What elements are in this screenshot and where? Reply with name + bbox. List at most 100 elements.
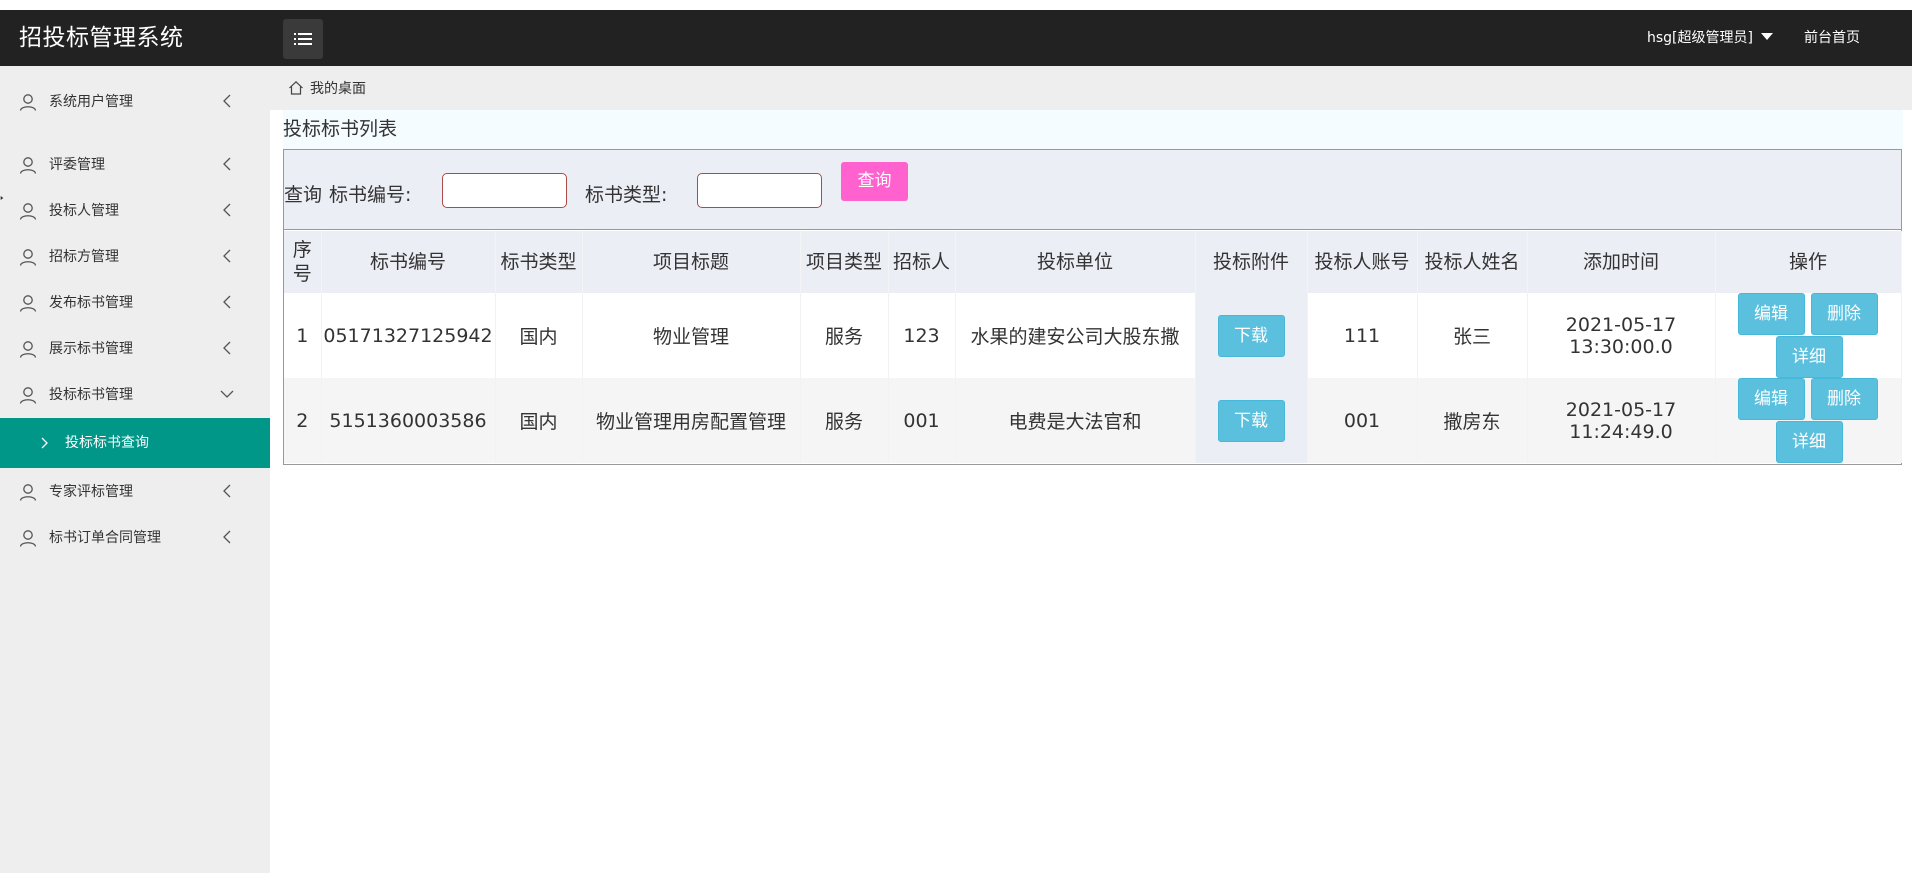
cell-title: 物业管理 [582,293,801,378]
sidebar-item-judges[interactable]: 评委管理 [0,141,270,187]
sidebar-item-submitted-bids[interactable]: 投标标书管理 [0,371,270,417]
home-icon [289,80,303,95]
sidebar-item-label: 展示标书管理 [49,341,133,357]
detail-button[interactable]: 详细 [1775,336,1843,378]
col-header-account: 投标人账号 [1307,231,1418,293]
cell-code: 05171327125942 [321,293,496,378]
sidebar-subitem-label: 投标标书查询 [65,435,149,451]
cell-name: 撒房东 [1417,378,1528,463]
user-icon [19,484,37,501]
bid-code-input[interactable] [442,173,567,208]
chevron-left-icon [223,203,231,217]
top-strip [0,0,1912,10]
sidebar-item-display-bids[interactable]: 展示标书管理 [0,325,270,371]
table-row: 1 05171327125942 国内 物业管理 服务 123 水果的建安公司大… [284,293,1902,378]
breadcrumb[interactable]: 我的桌面 [288,66,366,110]
sidebar-item-label: 投标人管理 [49,203,119,219]
detail-button[interactable]: 详细 [1775,421,1843,463]
user-icon [19,295,37,312]
col-header-tenderer: 招标人 [888,231,956,293]
cell-added-time: 2021-05-17 13:30:00.0 [1527,293,1716,378]
bid-type-input[interactable] [697,173,822,208]
chevron-down-icon [220,390,234,398]
sidebar-item-label: 标书订单合同管理 [49,530,161,546]
chevron-right-icon [41,437,48,449]
cell-type: 国内 [495,378,583,463]
download-button[interactable]: 下载 [1217,314,1285,357]
cell-name: 张三 [1417,293,1528,378]
chevron-left-icon [223,530,231,544]
col-header-attachment: 投标附件 [1195,231,1308,293]
download-button[interactable]: 下载 [1217,399,1285,442]
front-page-link[interactable]: 前台首页 [1804,10,1860,66]
user-icon [19,157,37,174]
sidebar-item-bidders[interactable]: 投标人管理 [0,187,270,233]
cell-unit: 电费是大法官和 [955,378,1196,463]
col-header-added-time: 添加时间 [1527,231,1716,293]
hamburger-icon [294,33,312,45]
sidebar-item-label: 发布标书管理 [49,295,133,311]
chevron-left-icon [223,249,231,263]
cell-account: 001 [1307,378,1418,463]
menu-toggle-button[interactable] [283,19,323,59]
col-header-code: 标书编号 [321,231,496,293]
sidebar-item-expert-review[interactable]: 专家评标管理 [0,468,270,514]
user-icon [19,387,37,404]
chevron-left-icon [223,341,231,355]
header-bar: 招投标管理系统 hsg[超级管理员] 前台首页 [0,10,1912,66]
search-prefix: 查询 [284,184,323,206]
caret-down-icon [1760,32,1773,40]
sidebar-item-system-users[interactable]: 系统用户管理 [0,78,270,124]
sidebar-item-label: 投标标书管理 [49,387,133,403]
cell-project-type: 服务 [800,293,889,378]
cell-added-time: 2021-05-17 11:24:49.0 [1527,378,1716,463]
col-header-type: 标书类型 [495,231,583,293]
cell-actions: 编辑 删除 详细 [1715,293,1902,378]
user-icon [19,530,37,547]
user-icon [19,94,37,111]
user-icon [19,249,37,266]
sidebar-item-contracts[interactable]: 标书订单合同管理 [0,514,270,560]
bid-table: 序号 标书编号 标书类型 项目标题 项目类型 招标人 投标单位 投标附件 投标人… [284,231,1902,463]
page-title: 投标标书列表 [283,110,1903,149]
cell-title: 物业管理用房配置管理 [582,378,801,463]
bid-type-label: 标书类型: [585,184,668,206]
chevron-left-icon [223,157,231,171]
search-bar: 查询 标书编号: 标书类型: 查询 [284,150,1901,230]
cell-tenderer: 123 [888,293,956,378]
sidebar-item-label: 招标方管理 [49,249,119,265]
table-header-row: 序号 标书编号 标书类型 项目标题 项目类型 招标人 投标单位 投标附件 投标人… [284,231,1902,293]
delete-button[interactable]: 删除 [1810,378,1878,420]
cell-project-type: 服务 [800,378,889,463]
chevron-left-icon [223,94,231,108]
sidebar-item-label: 系统用户管理 [49,94,133,110]
edit-button[interactable]: 编辑 [1737,293,1805,335]
sidebar-item-label: 评委管理 [49,157,105,173]
breadcrumb-label: 我的桌面 [310,81,366,97]
cell-attachment: 下载 [1195,378,1308,463]
edit-button[interactable]: 编辑 [1737,378,1805,420]
sidebar-item-label: 专家评标管理 [49,484,133,500]
main-content: 投标标书列表 查询 标书编号: 标书类型: 查询 序号 标书编号 标书类型 项目… [270,110,1912,873]
user-menu[interactable]: hsg[超级管理员] [1647,10,1773,66]
sidebar-subitem-bid-query[interactable]: 投标标书查询 [0,418,270,468]
added-time: 13:30:00.0 [1569,335,1673,358]
sidebar-item-tender-parties[interactable]: 招标方管理 [0,233,270,279]
user-label: hsg[超级管理员] [1647,30,1753,46]
breadcrumb-bar: 我的桌面 [270,66,1912,110]
cell-actions: 编辑 删除 详细 [1715,378,1902,463]
table-row: 2 5151360003586 国内 物业管理用房配置管理 服务 001 电费是… [284,378,1902,463]
added-date: 2021-05-17 [1565,398,1677,421]
added-time: 11:24:49.0 [1569,420,1673,443]
cell-unit: 水果的建安公司大股东撒 [955,293,1196,378]
added-date: 2021-05-17 [1565,313,1677,336]
cell-tenderer: 001 [888,378,956,463]
list-panel: 查询 标书编号: 标书类型: 查询 序号 标书编号 标书类型 项目标题 项目类型 [283,149,1902,465]
delete-button[interactable]: 删除 [1810,293,1878,335]
cell-type: 国内 [495,293,583,378]
col-header-project-type: 项目类型 [800,231,889,293]
query-button[interactable]: 查询 [841,162,908,201]
bid-code-label: 标书编号: [329,184,412,206]
user-icon [19,341,37,358]
sidebar-item-publish-bids[interactable]: 发布标书管理 [0,279,270,325]
